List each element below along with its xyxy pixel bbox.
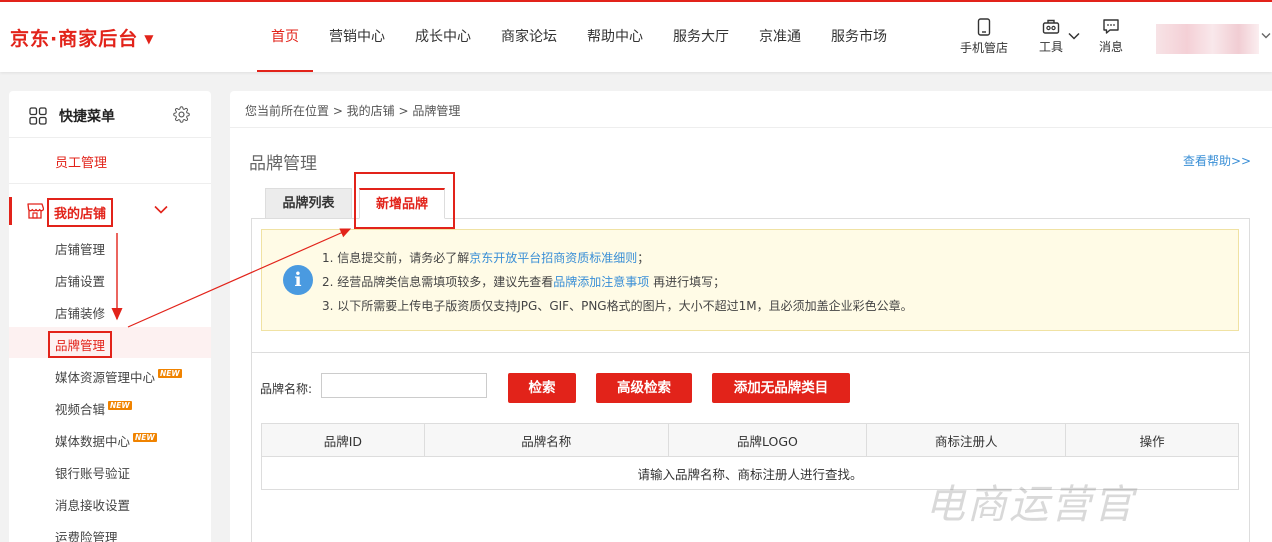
toolbox-icon xyxy=(1042,19,1060,34)
grid-icon xyxy=(29,107,47,125)
logo-text: 京东·商家后台 xyxy=(10,28,139,50)
notice-text: ； xyxy=(637,251,650,265)
divider xyxy=(9,183,211,184)
qualification-standard-link[interactable]: 京东开放平台招商资质标准细则 xyxy=(469,251,637,265)
phone-icon xyxy=(977,18,991,36)
messages-tool[interactable]: 消息 xyxy=(1096,18,1126,55)
tools-label: 工具 xyxy=(1038,40,1063,54)
watermark: 电商运营官 xyxy=(925,482,1135,528)
sidebar-item-bank-account[interactable]: 银行账号验证 xyxy=(55,463,130,482)
breadcrumb: 您当前所在位置 > 我的店铺 > 品牌管理 xyxy=(245,104,461,118)
sidebar-item-store-management[interactable]: 店铺管理 xyxy=(55,239,105,258)
notice-box: i 1. 信息提交前，请务必了解京东开放平台招商资质标准细则； 2. 经营品牌类… xyxy=(261,229,1239,331)
nav-service-hall[interactable]: 服务大厅 xyxy=(659,2,743,72)
column-header: 品牌LOGO xyxy=(667,423,868,457)
nav-growth[interactable]: 成长中心 xyxy=(401,2,485,72)
sidebar-item-media-resource-center[interactable]: 媒体资源管理中心 NEW xyxy=(55,367,182,386)
item-label: 视频合辑 xyxy=(55,402,106,417)
sidebar-item-message-settings[interactable]: 消息接收设置 xyxy=(55,495,130,514)
phone-store-label: 手机管店 xyxy=(960,41,1009,55)
nav-forum[interactable]: 商家论坛 xyxy=(487,2,571,72)
message-icon xyxy=(1103,19,1119,34)
chevron-down-icon[interactable] xyxy=(1261,32,1271,40)
nav-jingzhuntong[interactable]: 京准通 xyxy=(745,2,815,72)
add-unbranded-category-button[interactable]: 添加无品牌类目 xyxy=(712,373,850,403)
nav-service-market[interactable]: 服务市场 xyxy=(817,2,901,72)
divider xyxy=(230,127,1272,128)
tab-brand-list[interactable]: 品牌列表 xyxy=(265,188,352,219)
quick-menu-title: 快捷菜单 xyxy=(59,109,115,125)
item-label: 媒体数据中心 xyxy=(55,434,131,449)
column-header: 商标注册人 xyxy=(866,423,1067,457)
brand-name-label: 品牌名称: xyxy=(260,382,313,396)
tab-add-brand[interactable]: 新增品牌 xyxy=(359,188,445,219)
sidebar-item-store-decoration[interactable]: 店铺装修 xyxy=(55,303,105,322)
page-title: 品牌管理 xyxy=(249,154,317,174)
sidebar-item-brand-management[interactable]: 品牌管理 xyxy=(48,331,113,358)
column-header: 品牌ID xyxy=(261,423,425,457)
notice-line-1: 1. 信息提交前，请务必了解京东开放平台招商资质标准细则； xyxy=(322,249,649,266)
column-header: 品牌名称 xyxy=(423,423,669,457)
chevron-down-icon[interactable] xyxy=(154,205,168,214)
my-store-label: 我的店铺 xyxy=(47,198,114,227)
active-section-marker xyxy=(9,197,12,225)
sidebar-item-store-settings[interactable]: 店铺设置 xyxy=(55,271,105,290)
new-badge: NEW xyxy=(108,401,132,410)
sidebar-item-media-data-center[interactable]: 媒体数据中心 NEW xyxy=(55,431,157,450)
new-badge: NEW xyxy=(158,369,182,378)
caret-down-icon[interactable]: ▼ xyxy=(144,32,154,46)
sidebar: 快捷菜单 员工管理 我的店铺 店铺管理 店铺设置 店铺装修 品牌管理 媒体资源管… xyxy=(9,91,211,542)
nav-marketing[interactable]: 营销中心 xyxy=(315,2,399,72)
new-badge: NEW xyxy=(133,433,157,442)
search-button[interactable]: 检索 xyxy=(508,373,576,403)
sidebar-section-my-store[interactable]: 我的店铺 xyxy=(9,197,211,227)
main-nav: 首页 营销中心 成长中心 商家论坛 帮助中心 服务大厅 京准通 服务市场 xyxy=(257,2,903,72)
chevron-down-icon[interactable] xyxy=(1068,32,1080,40)
brand-name-input[interactable] xyxy=(321,373,487,398)
divider xyxy=(251,352,1250,353)
gear-icon[interactable] xyxy=(173,106,190,123)
notice-text: 1. 信息提交前，请务必了解 xyxy=(322,251,470,265)
quick-menu-header: 快捷菜单 xyxy=(9,91,211,138)
sidebar-item-video-collection[interactable]: 视频合辑 NEW xyxy=(55,399,132,418)
tools-menu[interactable]: 工具 xyxy=(1036,18,1066,55)
user-avatar-blurred[interactable] xyxy=(1156,24,1259,54)
messages-label: 消息 xyxy=(1098,40,1123,54)
item-label: 媒体资源管理中心 xyxy=(55,370,156,385)
info-icon: i xyxy=(283,265,313,295)
notice-text: 2. 经营品牌类信息需填项较多，建议先查看 xyxy=(322,275,554,289)
top-header: 京东·商家后台 ▼ 首页 营销中心 成长中心 商家论坛 帮助中心 服务大厅 京准通… xyxy=(0,0,1272,72)
notice-line-3: 3. 以下所需要上传电子版资质仅支持JPG、GIF、PNG格式的图片，大小不超过… xyxy=(322,299,913,313)
advanced-search-button[interactable]: 高级检索 xyxy=(596,373,692,403)
notice-text: 再进行填写； xyxy=(649,275,726,289)
sidebar-item-freight-insurance[interactable]: 运费险管理 xyxy=(55,527,118,542)
nav-home[interactable]: 首页 xyxy=(257,2,313,72)
column-header: 操作 xyxy=(1065,423,1239,457)
brand-notes-link[interactable]: 品牌添加注意事项 xyxy=(553,275,649,289)
phone-store-tool[interactable]: 手机管店 xyxy=(960,18,1008,56)
help-link[interactable]: 查看帮助>> xyxy=(1183,152,1251,169)
logo[interactable]: 京东·商家后台 ▼ xyxy=(10,24,154,51)
nav-help[interactable]: 帮助中心 xyxy=(573,2,657,72)
table-header-row: 品牌ID 品牌名称 品牌LOGO 商标注册人 操作 xyxy=(261,423,1239,457)
sidebar-item-staff[interactable]: 员工管理 xyxy=(55,152,107,171)
notice-line-2: 2. 经营品牌类信息需填项较多，建议先查看品牌添加注意事项 再进行填写； xyxy=(322,273,725,290)
shop-icon xyxy=(27,203,44,219)
